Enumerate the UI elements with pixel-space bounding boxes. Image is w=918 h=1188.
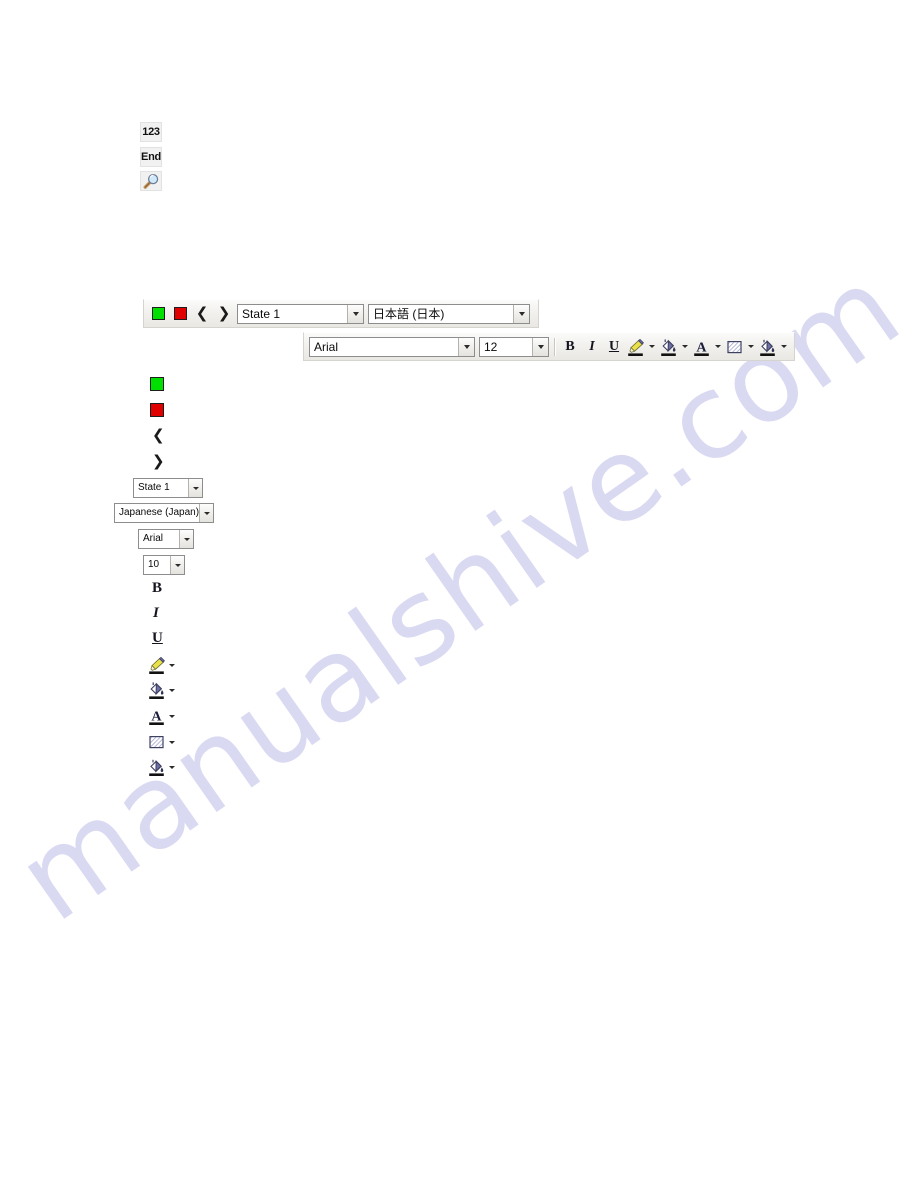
state-toolbar: ❮ ❯ State 1 日本語 (日本) xyxy=(143,299,539,328)
legend-bucket-button-chevron-down-icon[interactable] xyxy=(166,766,178,769)
legend-size-combo-chevron-down-icon[interactable] xyxy=(170,556,184,574)
legend-prev-chevron-glyph: ❮ xyxy=(152,426,165,444)
state-combo[interactable]: State 1 xyxy=(237,303,364,324)
next-state-button[interactable]: ❯ xyxy=(213,303,235,325)
legend-fill-button-icon xyxy=(147,681,166,700)
pattern-fill-button[interactable] xyxy=(724,336,757,358)
highlight-color-chevron-down-icon[interactable] xyxy=(646,336,658,357)
legend-language-combo-value: Japanese (Japan) xyxy=(119,507,199,518)
font-family-chevron-down-icon[interactable] xyxy=(458,337,474,356)
legend-highlight-button-icon xyxy=(147,656,166,675)
font-color-a-icon: A xyxy=(691,336,712,357)
green-chip-swatch xyxy=(151,307,165,320)
red-state-chip-button[interactable] xyxy=(169,303,191,325)
legend-font-color-button-icon: A xyxy=(147,707,166,726)
legend-red-chip-swatch xyxy=(150,403,164,417)
legend-bucket-button[interactable] xyxy=(147,758,178,777)
font-size-combo[interactable]: 12 xyxy=(479,336,549,357)
font-size-value: 12 xyxy=(484,339,498,354)
font-size-chevron-down-icon[interactable] xyxy=(532,337,548,356)
legend-size-combo[interactable]: 10 xyxy=(143,555,185,575)
state-combo-chevron-down-icon[interactable] xyxy=(347,304,363,323)
font-family-combo[interactable]: Arial xyxy=(309,336,475,357)
legend-font-combo-value: Arial xyxy=(143,533,164,544)
legend-pattern-button-chevron-down-icon[interactable] xyxy=(166,741,178,744)
legend-language-combo-chevron-down-icon[interactable] xyxy=(199,504,213,522)
legend-font-combo-chevron-down-icon[interactable] xyxy=(179,530,193,548)
language-combo[interactable]: 日本語 (日本) xyxy=(368,303,530,324)
green-state-chip-button[interactable] xyxy=(147,303,169,325)
legend-state-combo-control[interactable]: State 1 xyxy=(133,478,203,498)
legend-pattern-button-icon xyxy=(147,733,166,752)
legend-italic-button[interactable]: I xyxy=(153,606,159,621)
background-bucket-icon xyxy=(757,336,778,357)
red-chip-swatch xyxy=(173,307,187,320)
legend-highlight-button-chevron-down-icon[interactable] xyxy=(166,664,178,667)
font-color-button[interactable]: A xyxy=(691,336,724,358)
legend-next-chevron[interactable]: ❯ xyxy=(152,454,165,469)
end-key-icon: End xyxy=(140,147,162,167)
paint-bucket-icon xyxy=(658,336,679,357)
legend-green-chip-swatch xyxy=(150,377,164,391)
svg-text:A: A xyxy=(696,340,707,355)
legend-font-color-button[interactable]: A xyxy=(147,707,178,726)
italic-button[interactable]: I xyxy=(581,336,603,358)
language-combo-value: 日本語 (日本) xyxy=(373,306,445,321)
legend-bold-button[interactable]: B xyxy=(152,581,162,596)
legend-underline-button[interactable]: U xyxy=(152,631,163,646)
legend-size-combo-value: 10 xyxy=(148,559,160,570)
legend-fill-button[interactable] xyxy=(147,681,178,700)
legend-pattern-button[interactable] xyxy=(147,733,178,752)
legend-size-combo-control[interactable]: 10 xyxy=(143,555,185,575)
state-combo-value: State 1 xyxy=(242,306,281,321)
legend-green-chip[interactable] xyxy=(150,377,164,391)
legend-bold-button-glyph: B xyxy=(152,580,163,596)
previous-state-button[interactable]: ❮ xyxy=(191,303,213,325)
fill-color-chevron-down-icon[interactable] xyxy=(679,336,691,357)
toolbar-separator xyxy=(554,337,556,356)
background-color-button[interactable] xyxy=(757,336,790,358)
background-color-chevron-down-icon[interactable] xyxy=(778,336,790,357)
legend-underline-button-glyph: U xyxy=(152,630,163,646)
legend-font-combo-control[interactable]: Arial xyxy=(138,529,194,549)
legend-prev-chevron[interactable]: ❮ xyxy=(152,428,165,443)
legend-language-combo[interactable]: Japanese (Japan) xyxy=(114,503,214,523)
font-family-value: Arial xyxy=(314,339,339,354)
magnifier-icon xyxy=(140,171,162,191)
font-color-chevron-down-icon[interactable] xyxy=(712,336,724,357)
legend-font-color-button-chevron-down-icon[interactable] xyxy=(166,715,178,718)
legend-language-combo-control[interactable]: Japanese (Japan) xyxy=(114,503,214,523)
format-toolbar: Arial 12 B I U A xyxy=(303,332,795,361)
pattern-fill-chevron-down-icon[interactable] xyxy=(745,336,757,357)
svg-text:A: A xyxy=(151,709,162,724)
legend-italic-button-glyph: I xyxy=(153,605,159,621)
legend-state-combo[interactable]: State 1 xyxy=(133,478,203,498)
legend-font-combo[interactable]: Arial xyxy=(138,529,194,549)
highlight-color-button[interactable] xyxy=(625,336,658,358)
page-watermark: manualshive.com xyxy=(0,0,918,1188)
underline-button[interactable]: U xyxy=(603,336,625,358)
legend-fill-button-chevron-down-icon[interactable] xyxy=(166,689,178,692)
numeric-123-icon: 123 xyxy=(140,122,162,142)
legend-bucket-button-icon xyxy=(147,758,166,777)
pattern-hatch-icon xyxy=(724,336,745,357)
legend-state-combo-chevron-down-icon[interactable] xyxy=(188,479,202,497)
bold-button[interactable]: B xyxy=(559,336,581,358)
highlighter-pen-icon xyxy=(625,336,646,357)
legend-highlight-button[interactable] xyxy=(147,656,178,675)
language-combo-chevron-down-icon[interactable] xyxy=(513,304,529,323)
legend-state-combo-value: State 1 xyxy=(138,482,170,493)
legend-red-chip[interactable] xyxy=(150,403,164,417)
fill-color-button[interactable] xyxy=(658,336,691,358)
legend-next-chevron-glyph: ❯ xyxy=(152,452,165,470)
